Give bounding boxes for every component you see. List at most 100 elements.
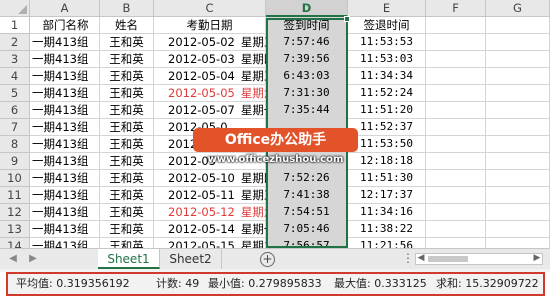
header-name[interactable]: 姓名 (100, 17, 154, 34)
empty-cell[interactable] (426, 102, 486, 119)
scroll-right-icon[interactable]: ▶ (532, 253, 542, 263)
header-date[interactable]: 考勤日期 (154, 17, 266, 34)
cell-checkout[interactable]: 11:21:56 (348, 238, 426, 248)
cell-checkin[interactable]: 7:54:51 (266, 204, 348, 221)
row-number[interactable]: 4 (0, 68, 30, 85)
cell-checkout[interactable]: 11:53:53 (348, 34, 426, 51)
cell-dept[interactable]: 一期413组 (30, 119, 100, 136)
empty-cell[interactable] (486, 68, 550, 85)
empty-cell[interactable] (426, 221, 486, 238)
cell-name[interactable]: 王和英 (100, 153, 154, 170)
row-number[interactable]: 3 (0, 51, 30, 68)
empty-cell[interactable] (426, 136, 486, 153)
column-header-c[interactable]: C (154, 0, 266, 17)
cell-name[interactable]: 王和英 (100, 68, 154, 85)
empty-cell[interactable] (426, 51, 486, 68)
empty-cell[interactable] (426, 187, 486, 204)
cell-checkout[interactable]: 11:52:24 (348, 85, 426, 102)
cell-date[interactable]: 2012-05-05 星期六 (154, 85, 275, 102)
cell-dept[interactable]: 一期413组 (30, 102, 100, 119)
cell-checkout[interactable]: 11:53:03 (348, 51, 426, 68)
next-sheet-icon[interactable]: ▶ (26, 252, 40, 266)
header-checkin[interactable]: 签到时间 (266, 17, 348, 34)
cell-date[interactable]: 2012-05-15 星期二 (154, 238, 275, 248)
cell-name[interactable]: 王和英 (100, 238, 154, 248)
row-number[interactable]: 8 (0, 136, 30, 153)
row-number[interactable]: 10 (0, 170, 30, 187)
cell-checkin[interactable]: 7:05:46 (266, 221, 348, 238)
cell-checkout[interactable]: 11:51:20 (348, 102, 426, 119)
cell-dept[interactable]: 一期413组 (30, 187, 100, 204)
cell-checkin[interactable]: 7:41:38 (266, 187, 348, 204)
empty-cell[interactable] (426, 85, 486, 102)
scroll-thumb[interactable] (428, 256, 468, 262)
header-dept[interactable]: 部门名称 (30, 17, 100, 34)
cell-name[interactable]: 王和英 (100, 34, 154, 51)
cell-checkin[interactable]: 6:43:03 (266, 68, 348, 85)
cell-dept[interactable]: 一期413组 (30, 170, 100, 187)
cell-checkin[interactable]: 7:56:57 (266, 238, 348, 248)
empty-cell[interactable] (426, 68, 486, 85)
empty-cell[interactable] (426, 204, 486, 221)
cell-dept[interactable]: 一期413组 (30, 221, 100, 238)
empty-cell[interactable] (426, 153, 486, 170)
row-number[interactable]: 12 (0, 204, 30, 221)
cell-checkout[interactable]: 11:52:37 (348, 119, 426, 136)
select-all-corner[interactable] (0, 0, 30, 17)
cell-name[interactable]: 王和英 (100, 204, 154, 221)
row-number[interactable]: 14 (0, 238, 30, 248)
cell-date[interactable]: 2012-05-02 星期三 (154, 34, 275, 51)
empty-cell[interactable] (486, 34, 550, 51)
empty-cell[interactable] (486, 51, 550, 68)
empty-cell[interactable] (486, 238, 550, 248)
horizontal-scrollbar[interactable]: ◀ ▶ (415, 253, 543, 265)
empty-cell[interactable] (486, 221, 550, 238)
cell-name[interactable]: 王和英 (100, 119, 154, 136)
tab-sheet1-active[interactable]: Sheet1 (98, 249, 160, 269)
empty-cell[interactable] (426, 170, 486, 187)
empty-cell[interactable] (486, 85, 550, 102)
cell-name[interactable]: 王和英 (100, 85, 154, 102)
row-number[interactable]: 6 (0, 102, 30, 119)
cell-date[interactable]: 2012-05-07 星期一 (154, 102, 275, 119)
empty-cell[interactable] (426, 17, 486, 34)
row-number[interactable]: 9 (0, 153, 30, 170)
add-sheet-button[interactable]: + (260, 252, 275, 267)
scroll-left-icon[interactable]: ◀ (416, 253, 426, 263)
column-header-f[interactable]: F (426, 0, 486, 17)
cell-dept[interactable]: 一期413组 (30, 68, 100, 85)
empty-cell[interactable] (486, 170, 550, 187)
cell-dept[interactable]: 一期413组 (30, 51, 100, 68)
cell-dept[interactable]: 一期413组 (30, 85, 100, 102)
column-header-d[interactable]: D (266, 0, 348, 17)
cell-date[interactable]: 2012-05-12 星期六 (154, 204, 275, 221)
column-header-e[interactable]: E (348, 0, 426, 17)
cell-checkin[interactable]: 7:39:56 (266, 51, 348, 68)
cell-date[interactable]: 2012-05-03 星期四 (154, 51, 275, 68)
cell-date[interactable]: 2012-05-11 星期五 (154, 187, 275, 204)
column-header-a[interactable]: A (30, 0, 100, 17)
empty-cell[interactable] (486, 119, 550, 136)
empty-cell[interactable] (486, 187, 550, 204)
prev-sheet-icon[interactable]: ◀ (6, 252, 20, 266)
row-number[interactable]: 5 (0, 85, 30, 102)
cell-checkin[interactable]: 7:31:30 (266, 85, 348, 102)
cell-date[interactable]: 2012-05-14 星期一 (154, 221, 275, 238)
header-checkout[interactable]: 签退时间 (348, 17, 426, 34)
row-number[interactable]: 2 (0, 34, 30, 51)
cell-name[interactable]: 王和英 (100, 187, 154, 204)
cell-checkin[interactable]: 7:57:46 (266, 34, 348, 51)
cell-dept[interactable]: 一期413组 (30, 153, 100, 170)
empty-cell[interactable] (486, 102, 550, 119)
cell-date[interactable]: 2012-05-04 星期五 (154, 68, 275, 85)
cell-name[interactable]: 王和英 (100, 51, 154, 68)
cell-dept[interactable]: 一期413组 (30, 204, 100, 221)
column-header-g[interactable]: G (486, 0, 550, 17)
row-number[interactable]: 7 (0, 119, 30, 136)
cell-dept[interactable]: 一期413组 (30, 136, 100, 153)
empty-cell[interactable] (486, 204, 550, 221)
cell-name[interactable]: 王和英 (100, 170, 154, 187)
empty-cell[interactable] (486, 153, 550, 170)
cell-name[interactable]: 王和英 (100, 102, 154, 119)
cell-date[interactable]: 2012-05-10 星期四 (154, 170, 275, 187)
